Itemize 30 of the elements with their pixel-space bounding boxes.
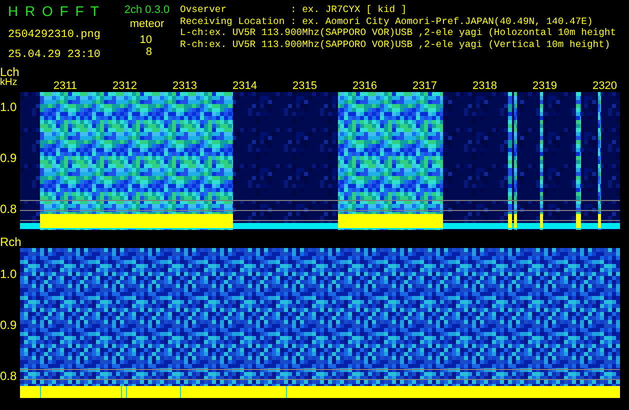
axis-tick-label: 1.0 xyxy=(0,268,18,280)
channel-label: Rch xyxy=(0,236,20,248)
axis-tick-label: 0.8 xyxy=(0,370,18,382)
axis-tick-label: 0.9 xyxy=(0,152,18,164)
info-line: Ovserver : ex. JR7CYX [ kid ] xyxy=(180,4,408,16)
time-label: 2313 xyxy=(172,80,198,92)
file-name: 2504292310.png xyxy=(8,29,102,41)
axis-tick-label: 0.8 xyxy=(0,203,18,215)
time-label: 2320 xyxy=(592,80,618,92)
time-label: 2315 xyxy=(292,80,318,92)
meteor-count: 8 xyxy=(144,46,153,58)
info-line: L-ch:ex. UV5R 113.900Mhz(SAPPORO VOR)USB ,2-ele yagi (Holozontal 10m height xyxy=(180,27,616,38)
channel-label: Lch xyxy=(0,66,20,78)
meteor-label: meteor xyxy=(128,18,166,31)
time-label: 2316 xyxy=(352,80,378,92)
info-line: Receiving Location : ex. Aomori City Aomori-Pref.JAPAN(40.49N, 140.47E) xyxy=(180,16,594,27)
time-label: 2311 xyxy=(52,80,78,92)
unit-label: kHz xyxy=(0,78,18,88)
datetime: 25.04.29 23:10 xyxy=(8,49,102,61)
time-label: 2312 xyxy=(112,80,138,92)
meteor-count: 10 xyxy=(138,34,153,46)
version-label: 2ch 0.3.0 xyxy=(123,4,171,17)
app-title: H R O F F T xyxy=(8,3,100,20)
axis-tick-label: 1.0 xyxy=(0,101,18,113)
time-label: 2318 xyxy=(472,80,498,92)
time-label: 2317 xyxy=(412,80,438,92)
time-label: 2319 xyxy=(532,80,558,92)
axis-tick-label: 0.9 xyxy=(0,319,18,331)
info-line: R-ch:ex. UV5R 113.900Mhz(SAPPORO VOR)USB ,2-ele yagi (Vertical 10m height) xyxy=(180,38,612,50)
time-label: 2314 xyxy=(232,80,258,92)
